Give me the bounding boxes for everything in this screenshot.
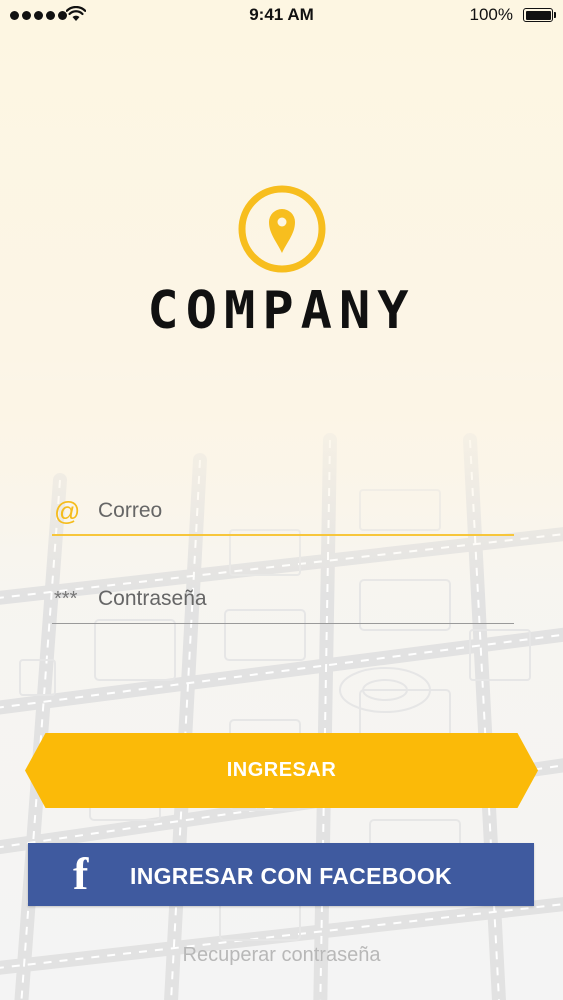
- email-input[interactable]: [98, 496, 498, 526]
- email-field: @: [52, 492, 514, 536]
- location-pin-icon: [238, 185, 326, 273]
- login-button[interactable]: INGRESAR: [25, 733, 538, 808]
- brand-name: COMPANY: [147, 281, 416, 341]
- facebook-icon: f: [73, 848, 89, 899]
- at-sign-icon: @: [54, 496, 81, 526]
- map-background: [0, 380, 563, 1000]
- facebook-login-label: INGRESAR CON FACEBOOK: [130, 863, 452, 889]
- battery-percentage: 100%: [469, 5, 513, 24]
- recover-password-link[interactable]: Recuperar contraseña: [0, 944, 563, 967]
- status-bar: 9:41 AM 100%: [0, 0, 563, 32]
- password-mask-icon: ***: [54, 588, 78, 610]
- battery-icon: [523, 8, 556, 22]
- password-input[interactable]: [98, 584, 498, 614]
- facebook-login-button[interactable]: f INGRESAR CON FACEBOOK: [28, 843, 534, 906]
- password-field: ***: [52, 580, 514, 624]
